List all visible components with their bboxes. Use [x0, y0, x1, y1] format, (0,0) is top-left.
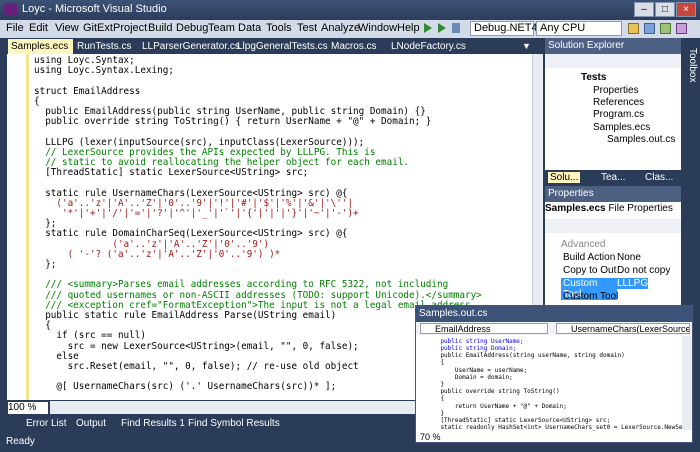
samples-out-zoom[interactable]: 70 %	[420, 432, 441, 442]
menu-window[interactable]: Window	[358, 22, 397, 34]
tab-macros[interactable]: Macros.cs	[328, 39, 387, 54]
title-bar: Loyc - Microsoft Visual Studio – □ ×	[0, 0, 700, 20]
code-line: @[ UsernameChars(src) ('.' UsernameChars…	[34, 381, 337, 393]
tab-error-list[interactable]: Error List	[26, 418, 67, 429]
out-line: return UserName + "@" + Domain;	[426, 403, 567, 410]
solution-config-select[interactable]: Debug.NET4	[470, 21, 538, 36]
tab-samples-ecs[interactable]: Samples.ecs ×	[8, 39, 73, 67]
status-text: Ready	[6, 436, 35, 447]
solution-explorer: Solution Explorer Tests Properties Refer…	[545, 38, 681, 186]
close-button[interactable]: ×	[676, 2, 696, 17]
menu-file[interactable]: File	[6, 22, 24, 34]
vs-logo-icon	[4, 3, 17, 16]
code-line: using Loyc.Syntax.Lexing;	[34, 65, 174, 77]
member-combo[interactable]: UsernameChars(LexerSource<	[556, 323, 690, 334]
solution-platform-select[interactable]: Any CPU	[536, 21, 622, 36]
out-line: public override string ToString()	[426, 388, 560, 395]
start-debugging-icon[interactable]	[424, 23, 432, 33]
menu-project[interactable]: Project	[113, 22, 147, 34]
prop-name: Copy to Outp	[563, 265, 617, 276]
menu-debug[interactable]: Debug	[176, 22, 208, 34]
code-line: '*'|'+'|'/'|'='|'?'|'^'|'_'|'`'|'{'|'|'|…	[34, 208, 359, 219]
prop-value[interactable]: None	[617, 252, 641, 263]
menu-gitext[interactable]: GitExt	[83, 22, 113, 34]
tab-find-results-1[interactable]: Find Results 1	[121, 418, 185, 429]
menu-edit[interactable]: Edit	[29, 22, 48, 34]
solution-explorer-tabs: Solu... Tea... Clas...	[545, 170, 681, 186]
tab-team[interactable]: Tea...	[601, 172, 625, 183]
tree-item-samples-out-cs[interactable]: Samples.out.cs	[607, 134, 675, 145]
tab-solution[interactable]: Solu...	[548, 172, 581, 183]
tab-class[interactable]: Clas...	[645, 172, 673, 183]
properties-toolbar	[545, 219, 681, 233]
code-line: struct EmailAddress	[34, 85, 141, 97]
tree-item-properties[interactable]: Properties	[593, 85, 639, 96]
properties-title: Properties	[545, 186, 681, 202]
samples-out-scrollbar[interactable]	[682, 336, 692, 430]
toolbar-icon-c[interactable]	[660, 23, 671, 34]
properties-object[interactable]: Samples.ecs File Properties	[545, 203, 681, 217]
menu-help[interactable]: Help	[397, 22, 420, 34]
code-line: src.Reset(email, "", 0, false); // re-us…	[34, 361, 359, 372]
tab-dropdown-icon[interactable]: ▼	[522, 41, 531, 51]
tab-runtests[interactable]: RunTests.cs	[74, 39, 139, 54]
toolbar-icon-a[interactable]	[628, 23, 639, 34]
type-combo[interactable]: EmailAddress	[420, 323, 548, 334]
code-line: public override string ToString() { retu…	[34, 116, 432, 128]
tab-llparsergenerator[interactable]: LLParserGenerator.cs	[139, 39, 240, 54]
tab-lnodefactory[interactable]: LNodeFactory.cs	[388, 39, 467, 54]
toolbox-label[interactable]: Toolbox	[684, 48, 698, 82]
run-icon[interactable]	[438, 23, 446, 33]
maximize-button[interactable]: □	[655, 2, 675, 17]
tree-item-tests[interactable]: Tests	[581, 72, 606, 83]
samples-out-window: Samples.out.cs EmailAddress UsernameChar…	[415, 305, 693, 443]
object-name: Samples.ecs	[545, 203, 606, 214]
menu-bar: File Edit View GitExt Project Build Debu…	[0, 20, 700, 38]
code-line: ( '-'? ('a'..'z'|'A'..'Z'|'0'..'9') )*	[34, 248, 281, 260]
toolbar-icon-d[interactable]	[676, 23, 687, 34]
editor-hscrollbar[interactable]	[50, 401, 416, 414]
window-title: Loyc - Microsoft Visual Studio	[22, 3, 167, 15]
code-line: };	[34, 259, 57, 270]
category-advanced: Advanced	[561, 239, 606, 250]
prop-value[interactable]: Do not copy	[617, 265, 670, 276]
tab-find-symbol-results[interactable]: Find Symbol Results	[188, 418, 280, 429]
tab-output[interactable]: Output	[76, 418, 106, 429]
menu-build[interactable]: Build	[148, 22, 172, 34]
tab-llpggeneraltests[interactable]: LlpgGeneralTests.cs	[234, 39, 328, 54]
menu-analyze[interactable]: Analyze	[321, 22, 360, 34]
menu-team[interactable]: Team	[208, 22, 235, 34]
menu-tools[interactable]: Tools	[266, 22, 292, 34]
step-icon[interactable]	[452, 23, 460, 33]
prop-value[interactable]: LLLPG	[617, 278, 649, 289]
solution-explorer-toolbar	[545, 54, 681, 68]
prop-name: Custom Tool	[563, 291, 619, 302]
code-line: [ThreadStatic] static LexerSource<UStrin…	[34, 167, 309, 179]
samples-out-nav: EmailAddress UsernameChars(LexerSource<	[416, 322, 692, 335]
code-line: public static rule EmailAddress Parse(US…	[34, 310, 337, 321]
out-line: {	[426, 395, 445, 402]
out-line: public EmailAddress(string userName, str…	[426, 352, 625, 359]
menu-data[interactable]: Data	[238, 22, 261, 34]
tab-label: Samples.ecs	[11, 41, 69, 52]
minimize-button[interactable]: –	[634, 2, 654, 17]
menu-view[interactable]: View	[55, 22, 79, 34]
tree-item-program-cs[interactable]: Program.cs	[593, 109, 644, 120]
code-line: src = new LexerSource<UString>(email, ""…	[34, 340, 359, 352]
tree-item-references[interactable]: References	[593, 97, 644, 108]
toolbar-icon-b[interactable]	[644, 23, 655, 34]
tree-item-samples-ecs[interactable]: Samples.ecs	[593, 122, 650, 133]
samples-out-title: Samples.out.cs	[416, 306, 692, 322]
bottom-tool-tabs: Error List Output Find Results 1 Find Sy…	[0, 416, 420, 433]
object-type: File Properties	[608, 203, 673, 214]
prop-name: Build Action	[563, 252, 616, 263]
solution-explorer-title: Solution Explorer	[545, 38, 681, 54]
document-tabs: Samples.ecs × RunTests.cs LLParserGenera…	[0, 38, 543, 67]
menu-test[interactable]: Test	[297, 22, 317, 34]
out-line: {	[426, 359, 445, 366]
out-line: static readonly HashSet<int> UsernameCha…	[426, 424, 690, 431]
editor-zoom[interactable]: 100 %	[8, 402, 48, 414]
